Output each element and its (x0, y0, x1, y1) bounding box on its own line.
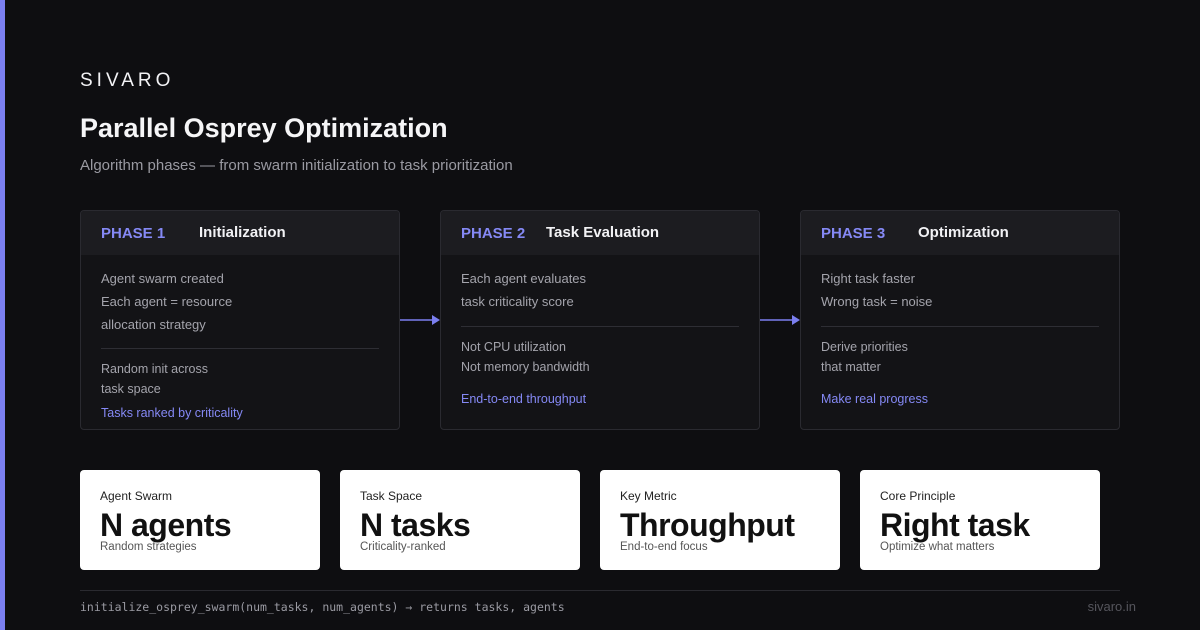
phase-detail: Not CPU utilization (461, 340, 566, 354)
stat-card-core-principle: Core Principle Right task Optimize what … (860, 470, 1100, 570)
phase-header: PHASE 1 Initialization (81, 211, 399, 255)
stat-value: N agents (100, 507, 232, 543)
arrow-right-icon (760, 315, 800, 325)
phase-divider (821, 326, 1099, 327)
footer-site-link[interactable]: sivaro.in (1088, 599, 1136, 614)
phase-line: allocation strategy (101, 317, 206, 332)
footer-code-snippet: initialize_osprey_swarm(num_tasks, num_a… (80, 600, 565, 614)
brand-logo-text: SIVARO (80, 70, 175, 91)
phase-number: PHASE 3 (821, 224, 886, 242)
phase-accent-note: Make real progress (821, 392, 928, 406)
stat-label: Agent Swarm (100, 489, 173, 503)
footer-divider (80, 590, 1120, 591)
phase-detail: Random init across (101, 362, 208, 376)
phase-line: Agent swarm created (101, 271, 224, 286)
phase-name: Initialization (199, 224, 286, 241)
left-accent-bar (0, 0, 5, 630)
phase-card-2: PHASE 2 Task Evaluation Each agent evalu… (440, 210, 760, 430)
stat-value: Throughput (620, 507, 795, 543)
phase-name: Task Evaluation (546, 224, 660, 241)
phase-card-3: PHASE 3 Optimization Right task faster W… (800, 210, 1120, 430)
phase-number: PHASE 2 (461, 224, 526, 242)
stat-label: Core Principle (880, 489, 956, 503)
stat-label: Key Metric (620, 489, 677, 503)
phase-line: Right task faster (821, 271, 915, 286)
phase-detail: task space (101, 382, 161, 396)
page-subtitle: Algorithm phases — from swarm initializa… (80, 157, 513, 174)
stat-card-agent-swarm: Agent Swarm N agents Random strategies (80, 470, 320, 570)
phase-accent-note: Tasks ranked by criticality (101, 406, 243, 420)
arrow-right-icon (400, 315, 440, 325)
phase-name: Optimization (918, 224, 1009, 241)
phase-line: Each agent = resource (101, 294, 233, 309)
stat-card-key-metric: Key Metric Throughput End-to-end focus (600, 470, 840, 570)
phase-header: PHASE 2 Task Evaluation (441, 211, 759, 255)
stat-subtext: Optimize what matters (880, 541, 995, 553)
phase-line: Each agent evaluates (461, 271, 587, 286)
phase-line: task criticality score (461, 294, 574, 309)
phase-detail: Not memory bandwidth (461, 360, 590, 374)
phase-number: PHASE 1 (101, 224, 166, 242)
phase-accent-note: End-to-end throughput (461, 392, 587, 406)
stat-value: N tasks (360, 507, 471, 543)
phase-divider (461, 326, 739, 327)
stat-card-task-space: Task Space N tasks Criticality-ranked (340, 470, 580, 570)
stat-value: Right task (880, 507, 1030, 543)
phase-divider (101, 348, 379, 349)
phase-line: Wrong task = noise (821, 294, 933, 309)
phase-card-1: PHASE 1 Initialization Agent swarm creat… (80, 210, 400, 430)
page-title: Parallel Osprey Optimization (80, 113, 448, 143)
stat-label: Task Space (360, 489, 423, 503)
phase-detail: Derive priorities (821, 340, 908, 354)
phase-detail: that matter (821, 360, 881, 374)
phase-header: PHASE 3 Optimization (801, 211, 1119, 255)
